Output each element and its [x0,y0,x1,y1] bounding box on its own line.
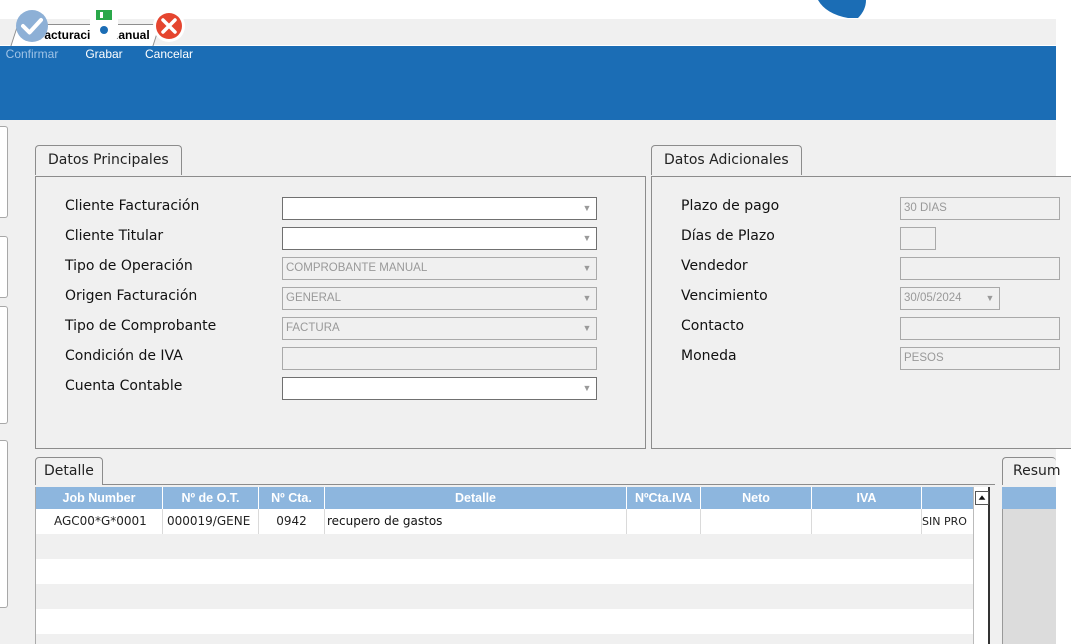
side-tab-3[interactable] [0,306,8,424]
chevron-down-icon[interactable]: ▼ [582,378,592,399]
tipo-operacion-value: COMPROBANTE MANUAL [286,262,428,274]
chevron-down-icon[interactable]: ▼ [582,288,592,309]
tipo-comprobante-combo[interactable]: FACTURA ▼ [282,317,597,340]
contacto-field[interactable] [900,317,1060,340]
vencimiento-datepicker[interactable]: 30/05/2024 ▼ [900,287,1000,310]
resumen-header [1002,487,1056,509]
cell-neto[interactable] [701,509,812,534]
cell-detalle[interactable]: recupero de gastos [325,509,627,534]
origen-facturacion-label: Origen Facturación [65,288,198,304]
vendedor-label: Vendedor [681,258,748,274]
tipo-operacion-label: Tipo de Operación [65,258,193,274]
save-label: Grabar [85,47,123,61]
cuenta-contable-combo[interactable]: ▼ [282,377,597,400]
cancel-button[interactable]: Cancelar [141,8,197,70]
col-header-nro-cta[interactable]: Nº Cta. [259,487,325,509]
detalle-grid[interactable]: Job Number Nº de O.T. Nº Cta. Detalle Nº… [35,487,989,644]
col-header-iva[interactable]: IVA [812,487,922,509]
col-header-job-number[interactable]: Job Number [36,487,163,509]
datos-adicionales-tab[interactable]: Datos Adicionales [651,145,802,175]
cell-nro-cta[interactable]: 0942 [259,509,325,534]
table-row-empty[interactable] [36,559,989,584]
side-tab-2[interactable] [0,236,8,298]
cliente-titular-label: Cliente Titular [65,228,164,244]
plazo-pago-label: Plazo de pago [681,198,780,214]
cancel-x-icon [153,10,185,42]
chevron-down-icon[interactable]: ▼ [582,258,592,279]
chevron-down-icon[interactable]: ▼ [582,228,592,249]
cell-nro-ot[interactable]: 000019/GENE [163,509,259,534]
logo-fragment-icon [818,0,866,18]
cell-job-number[interactable]: AGC00*G*0001 [36,509,163,534]
cancel-label: Cancelar [144,47,194,61]
cell-extra[interactable]: SIN PRO [922,509,976,534]
detalle-tab[interactable]: Detalle [35,457,103,485]
moneda-label: Moneda [681,348,737,364]
grid-vertical-scrollbar[interactable] [973,487,990,644]
save-button[interactable]: Grabar [76,8,132,70]
vencimiento-label: Vencimiento [681,288,768,304]
floppy-disk-icon [90,10,118,40]
vendedor-field[interactable] [900,257,1060,280]
vencimiento-value: 30/05/2024 [904,292,962,304]
side-tab-4[interactable] [0,440,8,608]
table-row-empty[interactable] [36,584,989,609]
origen-facturacion-combo[interactable]: GENERAL ▼ [282,287,597,310]
table-row[interactable]: AGC00*G*0001 000019/GENE 0942 recupero d… [36,509,989,534]
resumen-panel [1002,487,1056,644]
contacto-label: Contacto [681,318,745,334]
resumen-tab[interactable]: Resum [1002,457,1061,485]
cliente-facturacion-label: Cliente Facturación [65,198,200,214]
plazo-pago-field[interactable]: 30 DIAS [900,197,1060,220]
dias-plazo-label: Días de Plazo [681,228,775,244]
condicion-iva-field[interactable] [282,347,597,370]
col-header-detalle[interactable]: Detalle [325,487,627,509]
cell-iva[interactable] [812,509,922,534]
confirm-button[interactable]: Confirmar [4,8,60,70]
chevron-down-icon[interactable]: ▼ [582,198,592,219]
chevron-down-icon[interactable]: ▼ [582,318,592,339]
cliente-facturacion-combo[interactable]: ▼ [282,197,597,220]
confirm-label: Confirmar [5,47,59,61]
cuenta-contable-label: Cuenta Contable [65,378,183,394]
col-header-neto[interactable]: Neto [701,487,812,509]
col-header-nro-cta-iva[interactable]: NºCta.IVA [627,487,701,509]
dias-plazo-field[interactable] [900,227,936,250]
cliente-titular-combo[interactable]: ▼ [282,227,597,250]
side-tab-1[interactable] [0,126,8,218]
scroll-up-arrow-icon[interactable] [975,491,989,505]
origen-facturacion-value: GENERAL [286,292,341,304]
moneda-field[interactable]: PESOS [900,347,1060,370]
datos-principales-tab[interactable]: Datos Principales [35,145,182,175]
col-header-nro-ot[interactable]: Nº de O.T. [163,487,259,509]
col-header-extra[interactable] [922,487,976,509]
tipo-comprobante-value: FACTURA [286,322,340,334]
tipo-comprobante-label: Tipo de Comprobante [65,318,217,334]
tipo-operacion-combo[interactable]: COMPROBANTE MANUAL ▼ [282,257,597,280]
check-icon [16,10,48,42]
table-row-empty[interactable] [36,634,989,644]
table-row-empty[interactable] [36,534,989,559]
condicion-iva-label: Condición de IVA [65,348,183,364]
cell-nro-cta-iva[interactable] [627,509,701,534]
chevron-down-icon[interactable]: ▼ [985,288,995,309]
table-row-empty[interactable] [36,609,989,634]
